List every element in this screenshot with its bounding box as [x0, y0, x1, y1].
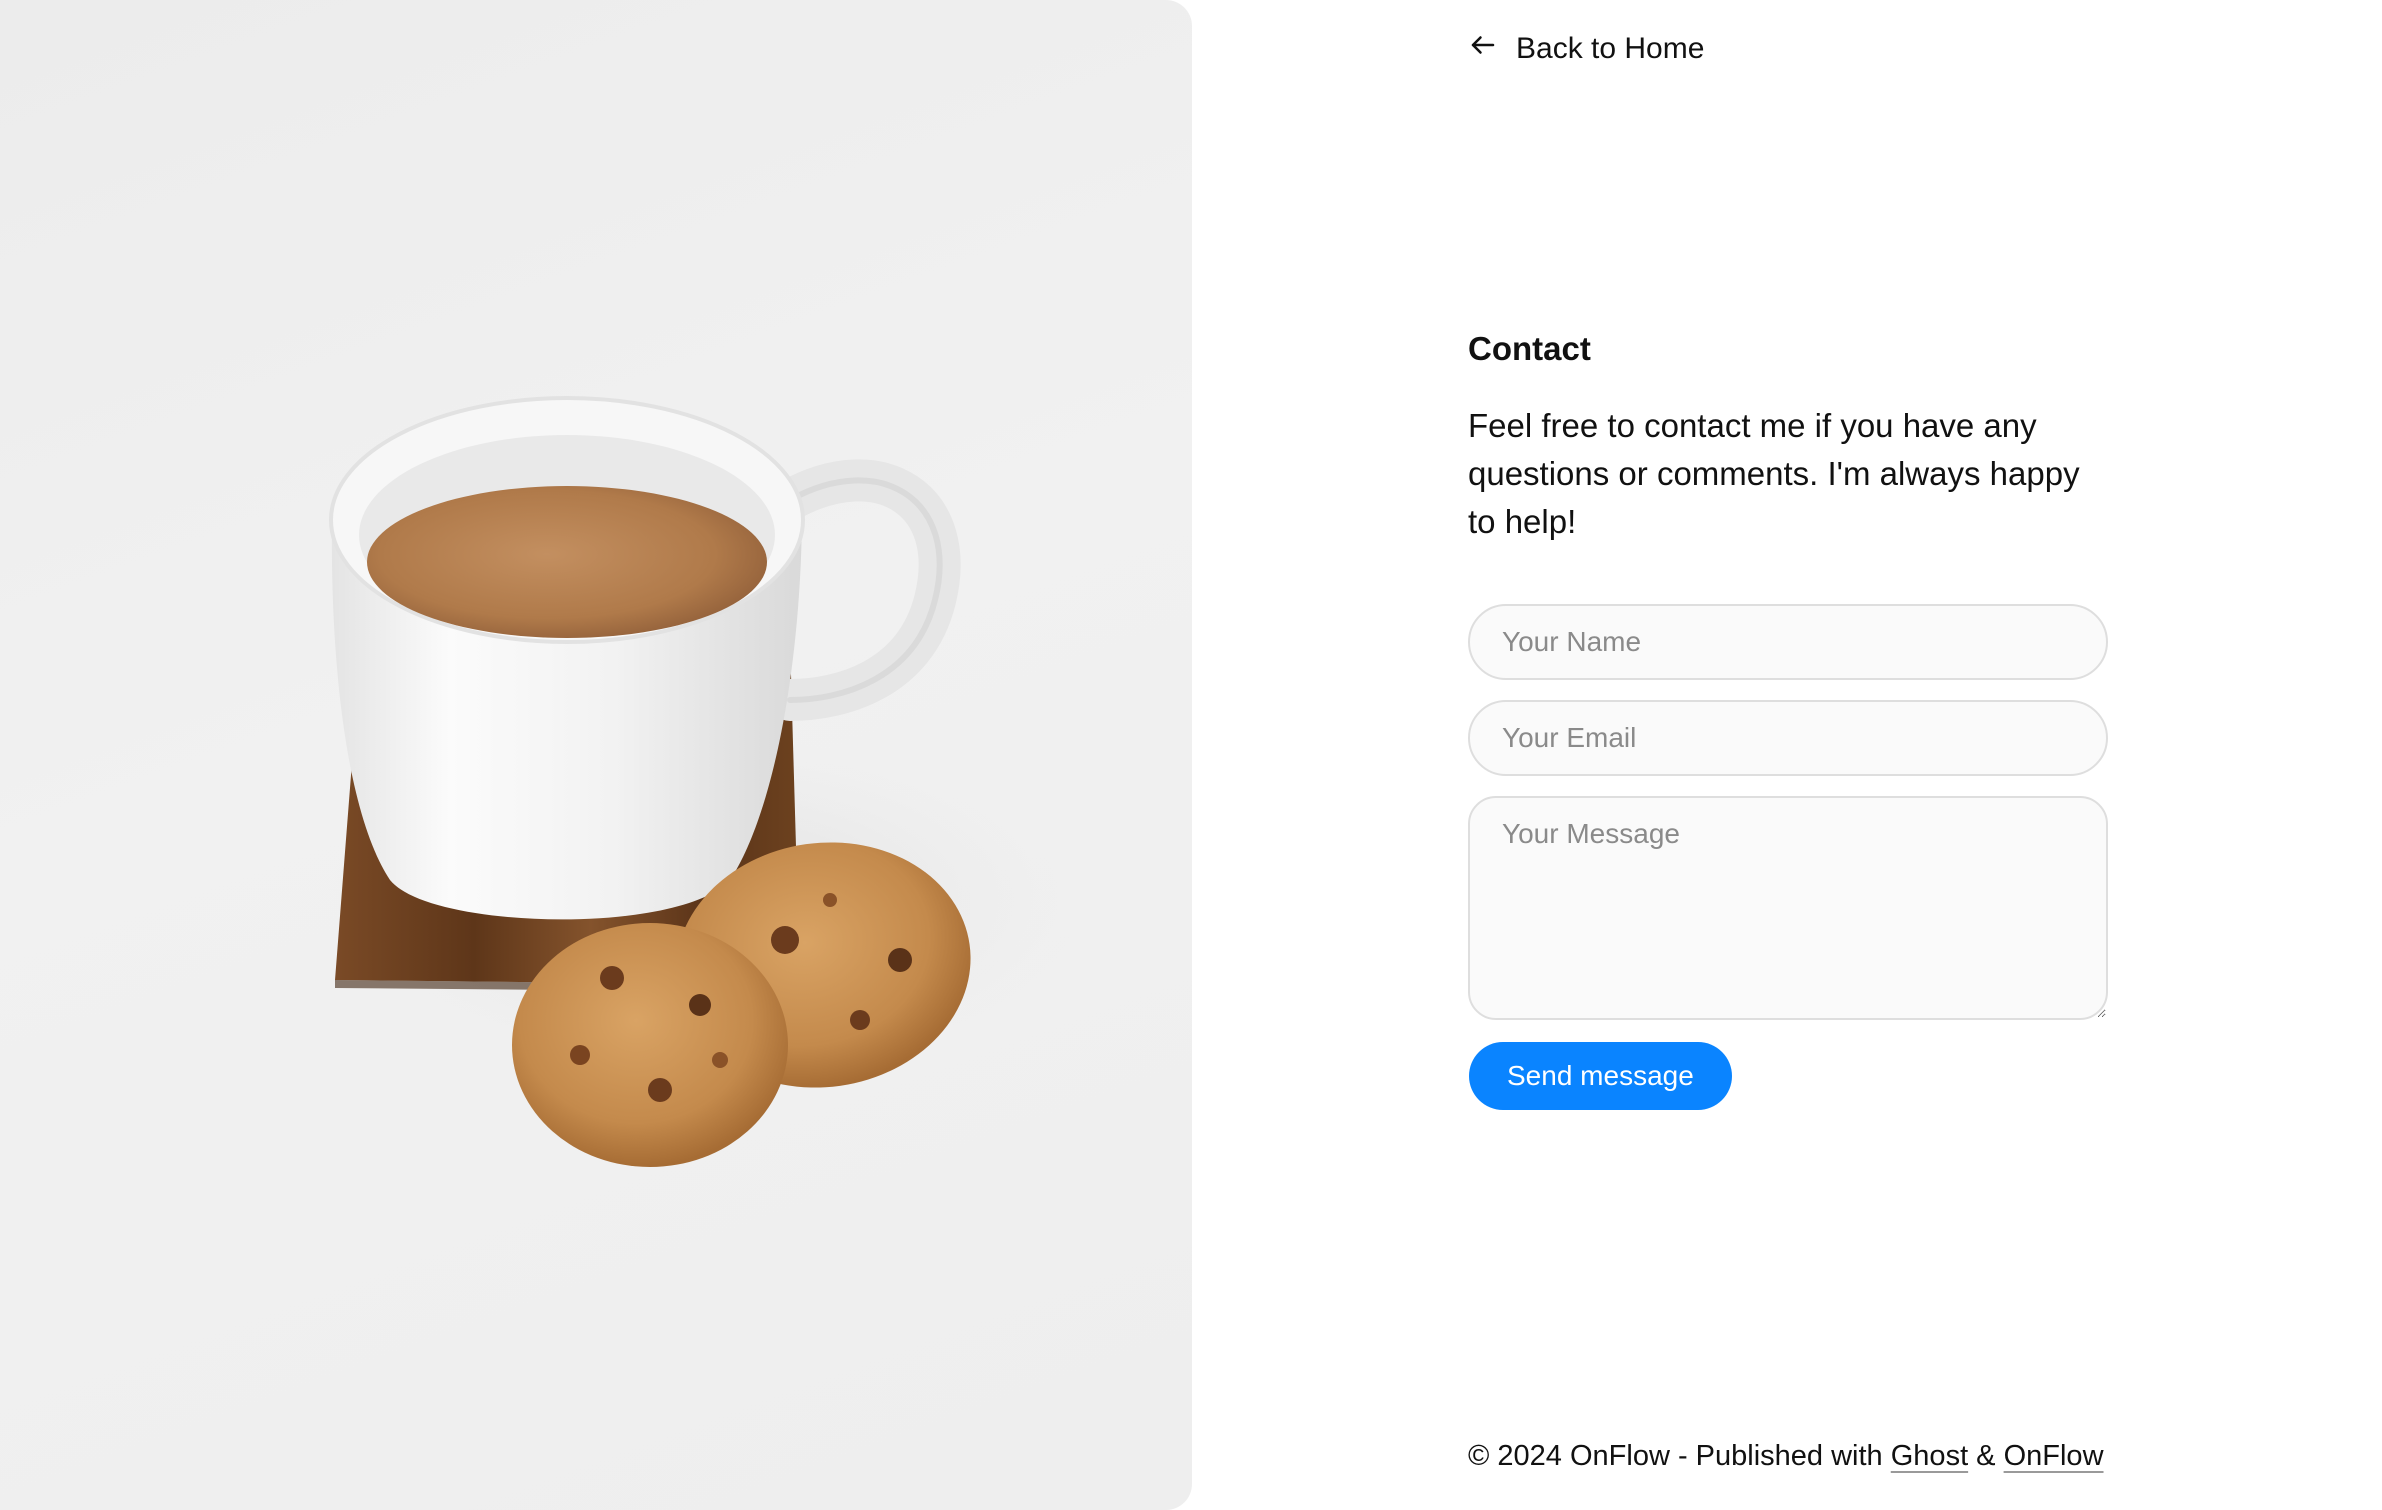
- arrow-left-icon: [1468, 30, 1498, 68]
- coffee-cookies-illustration: [320, 396, 1080, 1167]
- footer-link-ghost[interactable]: Ghost: [1891, 1440, 1968, 1472]
- send-message-button[interactable]: Send message: [1469, 1042, 1732, 1110]
- message-textarea[interactable]: [1468, 796, 2108, 1020]
- contact-description: Feel free to contact me if you have any …: [1468, 407, 2080, 540]
- contact-page: Back to Home Contact Feel free to contac…: [0, 0, 2382, 1510]
- back-to-home-link[interactable]: Back to Home: [1468, 30, 1704, 68]
- footer-copyright: © 2024 OnFlow - Published with: [1468, 1440, 1891, 1472]
- hero-image: [0, 0, 1192, 1510]
- footer-separator: &: [1968, 1440, 2004, 1472]
- name-input[interactable]: [1468, 604, 2108, 680]
- page-title: Contact: [1468, 330, 1591, 367]
- email-input[interactable]: [1468, 700, 2108, 776]
- footer: © 2024 OnFlow - Published with Ghost & O…: [1468, 1440, 2104, 1473]
- back-to-home-label: Back to Home: [1516, 32, 1705, 65]
- footer-link-onflow[interactable]: OnFlow: [2004, 1440, 2104, 1472]
- contact-panel: Back to Home Contact Feel free to contac…: [1468, 0, 2108, 1510]
